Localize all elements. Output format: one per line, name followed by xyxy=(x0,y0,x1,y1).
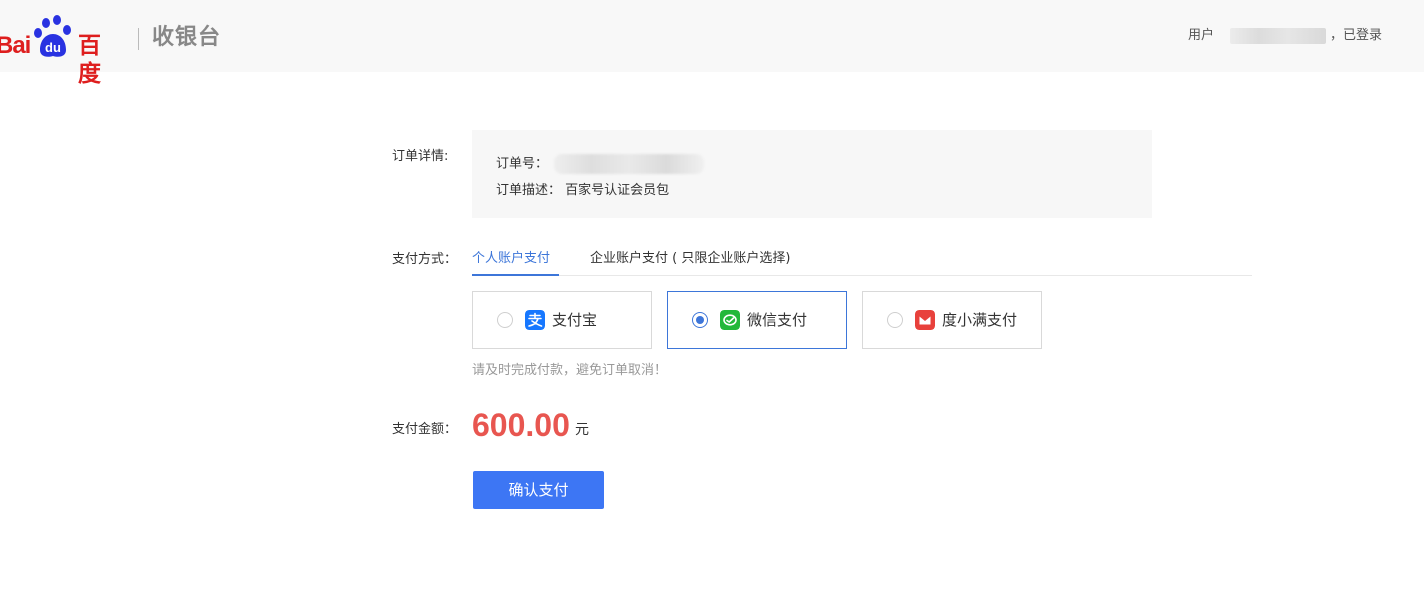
order-number-redacted xyxy=(554,154,705,174)
duxiaoman-label: 度小满支付 xyxy=(942,311,1018,329)
alipay-radio[interactable] xyxy=(497,312,513,328)
user-prefix-label: 用户 xyxy=(1187,28,1214,43)
paw-icon: du xyxy=(34,15,71,57)
tab-personal-account[interactable]: 个人账户支付 xyxy=(472,249,550,269)
wechat-pay-label: 微信支付 xyxy=(747,311,808,329)
amount-unit: 元 xyxy=(575,422,589,438)
wechat-pay-icon xyxy=(720,310,740,330)
alipay-label: 支付宝 xyxy=(552,311,598,329)
order-description-row: 订单描述： 百家号认证会员包 xyxy=(496,182,669,200)
logo-baidu-cn: 百度 xyxy=(78,33,101,87)
payment-tabs: 个人账户支付 企业账户支付 ( 只限企业账户选择) xyxy=(472,249,1252,276)
active-tab-indicator xyxy=(472,274,559,276)
order-details-box: 订单号： 订单描述： 百家号认证会员包 xyxy=(472,130,1152,218)
amount-value: 600.00 xyxy=(472,407,570,443)
pay-option-duxiaoman[interactable]: 度小满支付 xyxy=(862,291,1042,349)
alipay-icon xyxy=(525,310,545,330)
duxiaoman-radio[interactable] xyxy=(887,312,903,328)
logo-du-text: du xyxy=(45,40,61,55)
payment-hint: 请及时完成付款，避免订单取消！ xyxy=(472,363,668,378)
order-number-row: 订单号： xyxy=(496,154,705,174)
logo-bai-text: Bai xyxy=(0,32,31,59)
login-status-label: ，已登录 xyxy=(1329,28,1382,43)
order-description-value: 百家号认证会员包 xyxy=(565,183,670,198)
amount-label: 支付金额： xyxy=(392,422,458,437)
header-bar: Bai du 百度 收银台 用户 ，已登录 xyxy=(0,0,1424,87)
username-redacted xyxy=(1229,28,1326,44)
pay-option-alipay[interactable]: 支付宝 xyxy=(472,291,652,349)
order-description-label: 订单描述： xyxy=(496,183,562,198)
payment-method-label: 支付方式： xyxy=(392,252,458,267)
wechat-radio[interactable] xyxy=(692,312,708,328)
tab-enterprise-account[interactable]: 企业账户支付 ( 只限企业账户选择) xyxy=(590,249,790,269)
order-details-label: 订单详情: xyxy=(392,149,449,164)
pay-option-wechat[interactable]: 微信支付 xyxy=(667,291,847,349)
page-title: 收银台 xyxy=(152,25,222,50)
logo-divider xyxy=(138,28,139,50)
order-number-label: 订单号： xyxy=(496,156,549,172)
duxiaoman-icon xyxy=(915,310,935,330)
confirm-payment-button[interactable]: 确认支付 xyxy=(473,471,604,509)
user-status: 用户 ，已登录 xyxy=(1188,27,1382,45)
